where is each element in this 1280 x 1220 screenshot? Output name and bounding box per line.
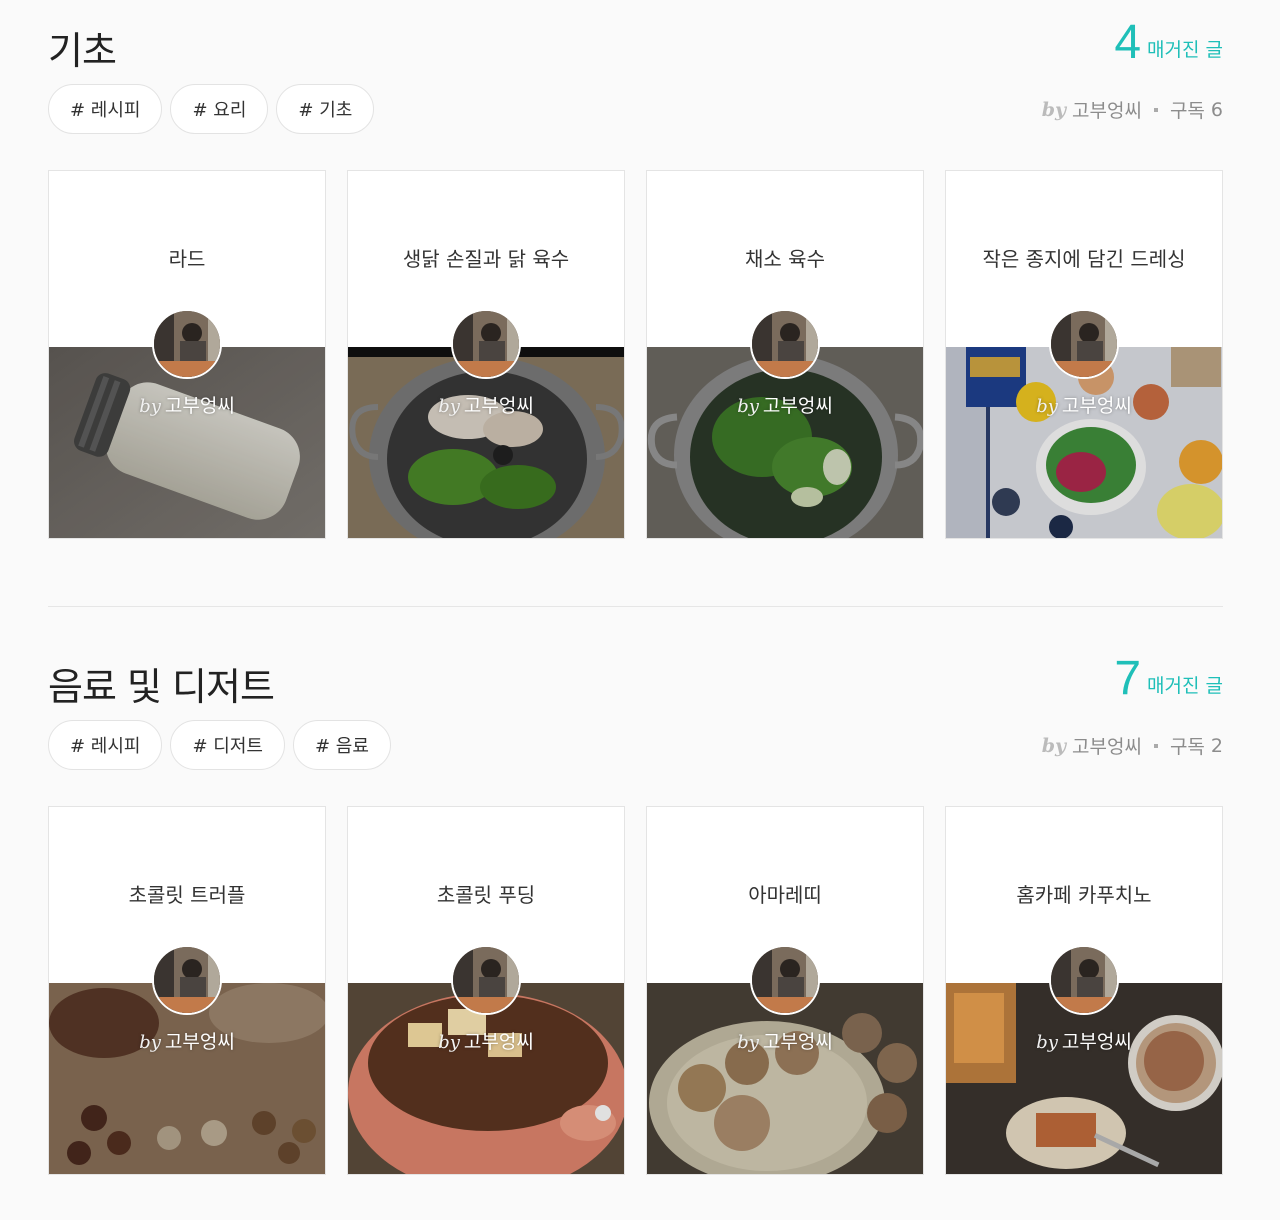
card-author: by 고부엉씨 [348, 391, 624, 418]
card-author: by 고부엉씨 [49, 1027, 325, 1054]
article-count-number: 7 [1114, 652, 1142, 705]
author-avatar[interactable] [152, 309, 222, 379]
by-label: by [139, 396, 161, 417]
article-card[interactable]: 초콜릿 트러플 by 고부엉씨 [48, 806, 326, 1175]
tag-dessert[interactable]: # 디저트 [170, 720, 285, 770]
separator-dot [1153, 743, 1158, 748]
tag-recipe[interactable]: # 레시피 [48, 84, 163, 134]
section-title[interactable]: 음료 및 디저트 [48, 656, 275, 711]
by-label: by [737, 1032, 759, 1053]
by-label: by [1036, 1032, 1058, 1053]
by-label: by [438, 396, 460, 417]
tag-list: # 레시피 # 디저트 # 음료 [48, 720, 391, 770]
subscribe-count: 6 [1210, 98, 1223, 121]
article-count: 4 매거진 글 [1114, 18, 1223, 68]
card-author: by 고부엉씨 [946, 391, 1222, 418]
author-avatar[interactable] [451, 945, 521, 1015]
card-author: by 고부엉씨 [647, 1027, 923, 1054]
card-author: by 고부엉씨 [49, 391, 325, 418]
card-author: by 고부엉씨 [946, 1027, 1222, 1054]
article-card[interactable]: 라드 by 고부엉씨 [48, 170, 326, 539]
author-name: 고부엉씨 [463, 1031, 534, 1053]
article-card[interactable]: 작은 종지에 담긴 드레싱 by 고부엉씨 [945, 170, 1223, 539]
author-name: 고부엉씨 [164, 1031, 235, 1053]
author-name: 고부엉씨 [762, 1031, 833, 1053]
section-divider [48, 606, 1223, 607]
subscribe-label: 구독 [1169, 100, 1205, 122]
author-name: 고부엉씨 [463, 395, 534, 417]
magazine-meta: by 고부엉씨 구독 2 [1042, 732, 1223, 759]
tag-cooking[interactable]: # 요리 [170, 84, 269, 134]
by-label: by [1041, 98, 1067, 121]
by-label: by [1041, 734, 1067, 757]
article-card[interactable]: 채소 육수 by 고부엉씨 [646, 170, 924, 539]
author-name: 고부엉씨 [1061, 1031, 1132, 1053]
tag-basics[interactable]: # 기초 [276, 84, 375, 134]
author-name: 고부엉씨 [762, 395, 833, 417]
article-count-number: 4 [1114, 16, 1142, 69]
separator-dot [1153, 107, 1158, 112]
by-label: by [139, 1032, 161, 1053]
tag-list: # 레시피 # 요리 # 기초 [48, 84, 375, 134]
by-label: by [438, 1032, 460, 1053]
subscribe-label: 구독 [1169, 736, 1205, 758]
article-count-label: 매거진 글 [1147, 675, 1223, 697]
article-card-list: 라드 by 고부엉씨 생닭 손질과 닭 육수 by 고부엉씨 채소 육수 by … [48, 170, 1223, 539]
magazine-meta: by 고부엉씨 구독 6 [1042, 96, 1223, 123]
author-avatar[interactable] [1049, 945, 1119, 1015]
article-card[interactable]: 아마레띠 by 고부엉씨 [646, 806, 924, 1175]
by-label: by [1036, 396, 1058, 417]
section-title[interactable]: 기초 [48, 20, 117, 75]
author-avatar[interactable] [152, 945, 222, 1015]
author-avatar[interactable] [451, 309, 521, 379]
author-avatar[interactable] [750, 945, 820, 1015]
subscribe-count: 2 [1210, 734, 1223, 757]
article-card-list: 초콜릿 트러플 by 고부엉씨 초콜릿 푸딩 by 고부엉씨 아마레띠 by 고… [48, 806, 1223, 1175]
author-link[interactable]: 고부엉씨 [1072, 732, 1142, 759]
tag-drink[interactable]: # 음료 [292, 720, 391, 770]
author-link[interactable]: 고부엉씨 [1072, 96, 1142, 123]
article-count: 7 매거진 글 [1114, 654, 1223, 704]
author-name: 고부엉씨 [164, 395, 235, 417]
card-author: by 고부엉씨 [348, 1027, 624, 1054]
article-card[interactable]: 초콜릿 푸딩 by 고부엉씨 [347, 806, 625, 1175]
by-label: by [737, 396, 759, 417]
author-avatar[interactable] [1049, 309, 1119, 379]
article-count-label: 매거진 글 [1147, 39, 1223, 61]
author-name: 고부엉씨 [1061, 395, 1132, 417]
card-author: by 고부엉씨 [647, 391, 923, 418]
author-avatar[interactable] [750, 309, 820, 379]
article-card[interactable]: 홈카페 카푸치노 by 고부엉씨 [945, 806, 1223, 1175]
tag-recipe[interactable]: # 레시피 [48, 720, 163, 770]
article-card[interactable]: 생닭 손질과 닭 육수 by 고부엉씨 [347, 170, 625, 539]
